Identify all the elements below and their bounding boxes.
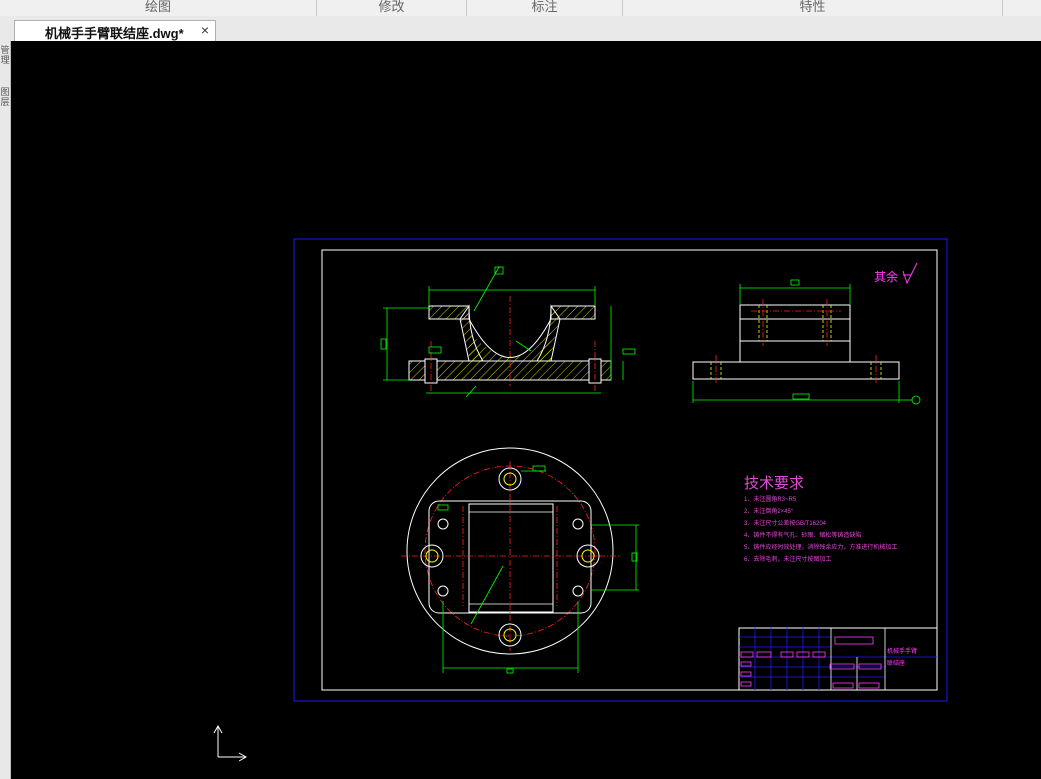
- drawing-canvas[interactable]: 其余 技术要求 1、未注圆角R3~R5 2、未注倒角2×45° 3、未注尺寸公差…: [11, 41, 1041, 779]
- document-tab-bar: 机械手手臂联结座.dwg* ×: [0, 16, 1041, 42]
- document-tab[interactable]: 机械手手臂联结座.dwg* ×: [14, 20, 216, 41]
- plan-view: [401, 447, 639, 674]
- tech-requirement-item: 5、铸件应经时效处理，消除残余应力，方准进行机械加工: [744, 545, 898, 551]
- ribbon-bar: 绘图 修改 标注 特性: [0, 0, 1041, 17]
- palette-label-layers[interactable]: 图层: [0, 87, 10, 129]
- side-view: [692, 279, 921, 405]
- roughness-symbol: [902, 262, 918, 285]
- document-tab-title: 机械手手臂联结座.dwg*: [45, 26, 184, 41]
- ribbon-group-properties[interactable]: 特性: [623, 0, 1003, 16]
- tech-requirements-title: 技术要求: [744, 475, 805, 492]
- title-block: [738, 627, 938, 691]
- ribbon-group-modify[interactable]: 修改: [317, 0, 467, 16]
- title-block-part-name: 机械手手臂: [887, 649, 918, 655]
- tech-requirement-item: 1、未注圆角R3~R5: [744, 497, 797, 503]
- tech-requirement-item: 6、去除毛刺，未注尺寸按图加工: [744, 557, 832, 563]
- tech-requirement-item: 4、铸件不得有气孔、砂眼、缩松等铸造缺陷: [744, 533, 862, 539]
- ribbon-group-draw[interactable]: 绘图: [0, 0, 317, 16]
- title-block-part-name: 联结座: [887, 661, 906, 667]
- tech-requirement-item: 3、未注尺寸公差按GB/T16204: [744, 521, 827, 527]
- front-section-view: [380, 266, 636, 398]
- roughness-label: 其余: [874, 270, 899, 284]
- tech-requirement-item: 2、未注倒角2×45°: [744, 509, 794, 515]
- ribbon-group-annotate[interactable]: 标注: [467, 0, 623, 16]
- drawing-svg: [213, 238, 948, 762]
- palette-label-manage[interactable]: 管理: [0, 45, 10, 69]
- left-palette-strip[interactable]: 管理 图层: [0, 41, 11, 779]
- drawing-frame: [321, 249, 938, 691]
- ucs-axis-icon: [213, 724, 248, 762]
- close-icon[interactable]: ×: [201, 22, 209, 38]
